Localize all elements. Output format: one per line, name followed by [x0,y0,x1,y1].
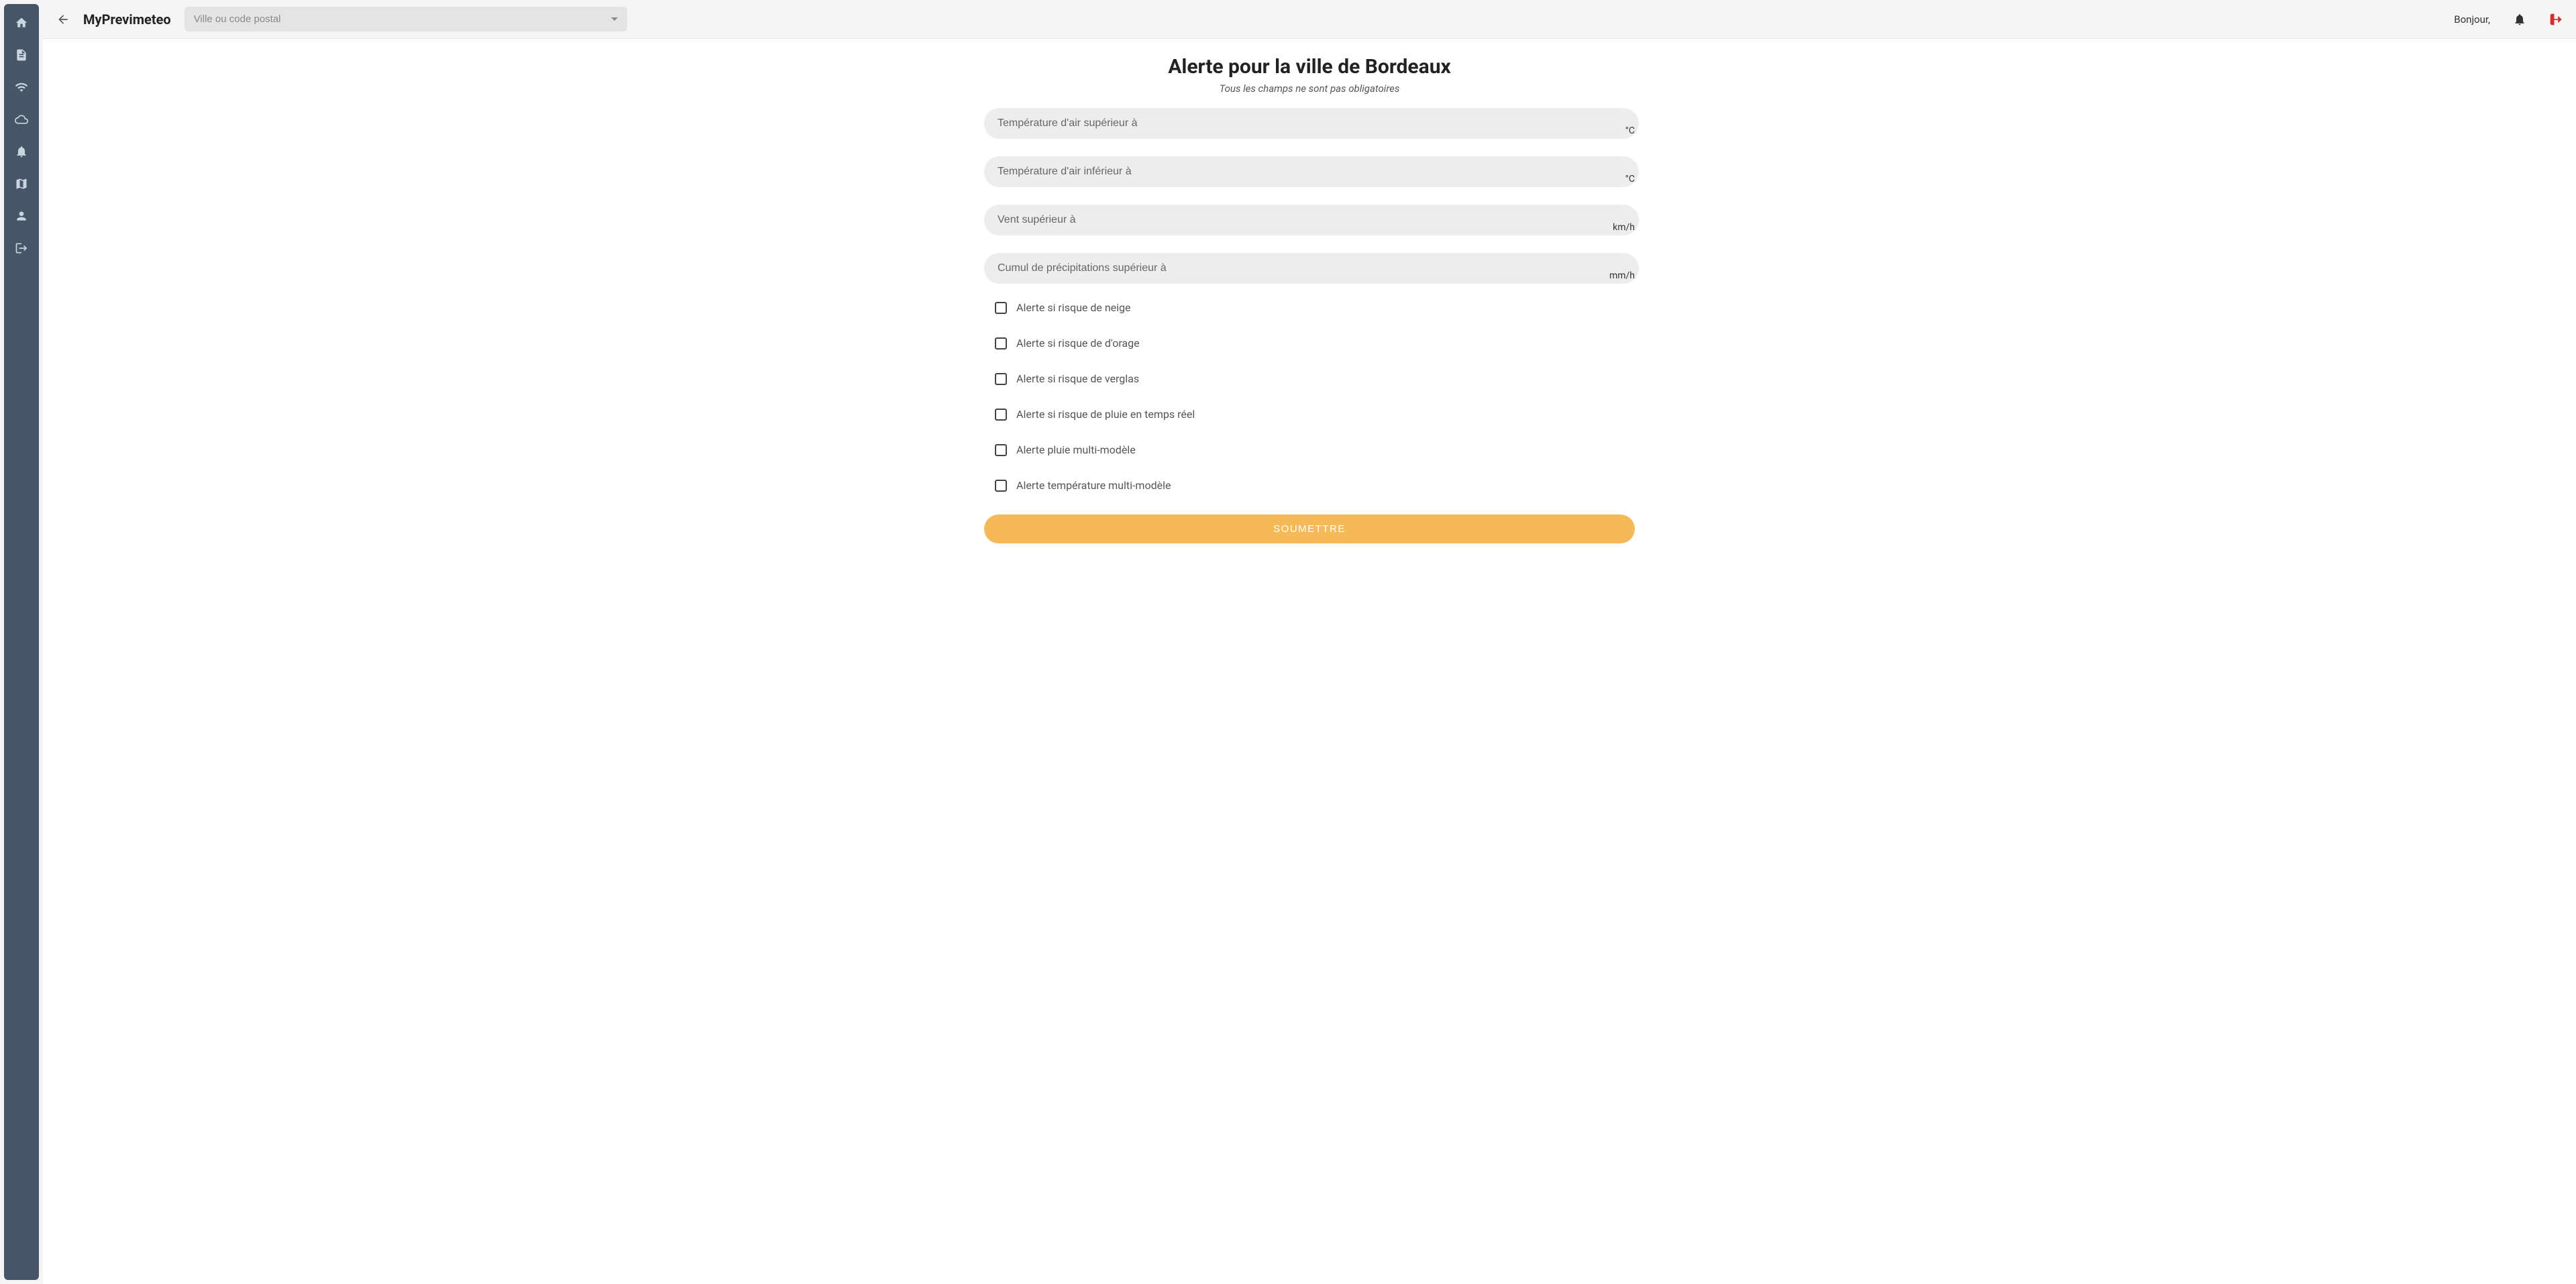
checkbox-label: Alerte température multi-modèle [1016,479,1171,492]
page-subtitle: Tous les champs ne sont pas obligatoires [1220,83,1400,95]
temp-above-input[interactable] [984,108,1639,139]
back-arrow-icon[interactable] [56,13,70,26]
checkbox-storm[interactable]: Alerte si risque de d'orage [995,337,1635,350]
wifi-icon[interactable] [15,81,28,94]
unit-label: mm/h [1608,270,1635,281]
checkbox-box[interactable] [995,302,1007,314]
content: Alerte pour la ville de Bordeaux Tous le… [43,39,2576,1284]
bell-icon[interactable] [15,145,28,158]
main-area: MyPrevimeteo Bonjour, Alerte pour la vil… [43,0,2576,1284]
logout-icon[interactable] [2549,13,2563,26]
unit-label: °C [1608,174,1635,184]
document-icon[interactable] [15,48,28,62]
checkbox-box[interactable] [995,337,1007,350]
notifications-icon[interactable] [2513,13,2526,26]
wind-input[interactable] [984,205,1639,235]
chevron-down-icon[interactable] [611,16,618,23]
checkbox-snow[interactable]: Alerte si risque de neige [995,301,1635,314]
precip-input[interactable] [984,253,1639,284]
alert-form: °C °C km/h mm/h [984,108,1635,515]
map-icon[interactable] [15,177,28,191]
field-temp-below: °C [984,156,1635,187]
unit-label: °C [1608,125,1635,136]
checkbox-box[interactable] [995,480,1007,492]
checkbox-rain-realtime[interactable]: Alerte si risque de pluie en temps réel [995,408,1635,421]
sidebar-logout-icon[interactable] [15,242,28,255]
home-icon[interactable] [15,16,28,30]
checkbox-box[interactable] [995,409,1007,421]
search-container [184,7,627,32]
sidebar [4,4,39,1280]
field-precip: mm/h [984,253,1635,284]
user-icon[interactable] [15,209,28,223]
field-wind: km/h [984,205,1635,235]
checkbox-section: Alerte si risque de neige Alerte si risq… [984,301,1635,492]
checkbox-label: Alerte si risque de d'orage [1016,337,1140,350]
search-input[interactable] [184,7,627,32]
checkbox-box[interactable] [995,444,1007,456]
checkbox-ice[interactable]: Alerte si risque de verglas [995,372,1635,385]
greeting-text: Bonjour, [2454,13,2490,25]
checkbox-label: Alerte si risque de verglas [1016,372,1139,385]
topbar: MyPrevimeteo Bonjour, [43,0,2576,39]
cloud-icon[interactable] [15,113,28,126]
app-title: MyPrevimeteo [83,11,171,28]
checkbox-label: Alerte si risque de neige [1016,301,1131,314]
temp-below-input[interactable] [984,156,1639,187]
checkbox-rain-multimodel[interactable]: Alerte pluie multi-modèle [995,443,1635,456]
checkbox-box[interactable] [995,373,1007,385]
checkbox-label: Alerte si risque de pluie en temps réel [1016,408,1195,421]
field-temp-above: °C [984,108,1635,139]
unit-label: km/h [1608,222,1635,233]
checkbox-temp-multimodel[interactable]: Alerte température multi-modèle [995,479,1635,492]
submit-button[interactable]: SOUMETTRE [984,515,1635,543]
checkbox-label: Alerte pluie multi-modèle [1016,443,1136,456]
page-title: Alerte pour la ville de Bordeaux [1168,55,1451,78]
